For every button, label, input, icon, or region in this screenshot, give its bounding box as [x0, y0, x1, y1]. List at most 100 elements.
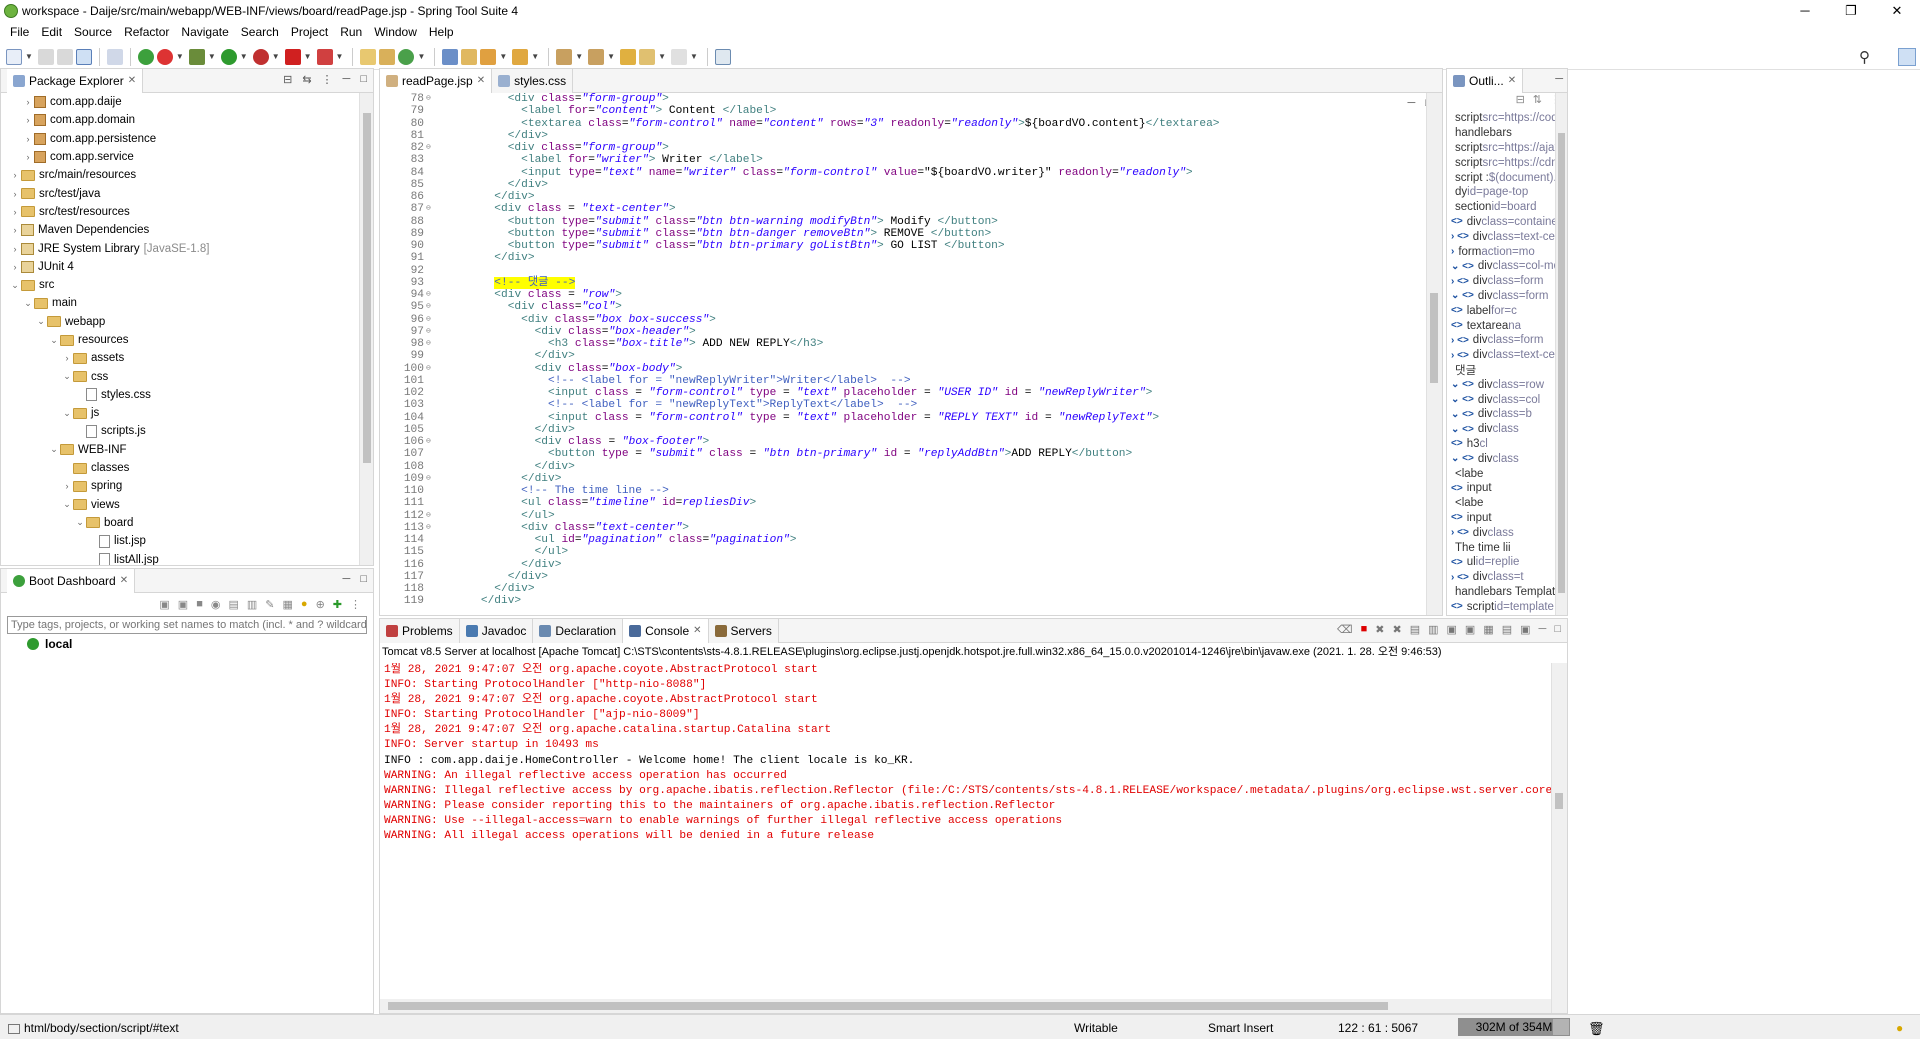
fold-marker[interactable] [426, 216, 436, 228]
twisty-icon[interactable]: › [9, 189, 21, 199]
twisty-icon[interactable]: › [61, 353, 73, 363]
stop-icon[interactable]: ■ [196, 598, 203, 610]
lightbulb-icon[interactable]: ● [301, 598, 308, 610]
tree-item[interactable]: › com.app.daije [1, 93, 359, 111]
annotation-icon[interactable] [512, 48, 529, 65]
outline-item[interactable]: section id=board [1451, 200, 1555, 215]
tab-problems[interactable]: Problems [380, 619, 460, 643]
tree-item[interactable]: styles.css [1, 386, 359, 404]
fold-marker[interactable] [426, 571, 436, 583]
open-browser-icon[interactable]: ◉ [211, 598, 221, 611]
fold-marker[interactable]: ⊖ [426, 142, 436, 154]
debug-icon[interactable]: ▣ [178, 598, 188, 611]
console-icon[interactable]: ▤ [228, 598, 238, 611]
twisty-icon[interactable]: ⌄ [48, 444, 60, 455]
fold-marker[interactable]: ⊖ [426, 314, 436, 326]
outline-item[interactable]: script src=https://code [1451, 111, 1555, 126]
close-icon[interactable]: ✕ [477, 75, 485, 86]
outline-item[interactable]: <labe [1451, 496, 1555, 511]
close-icon[interactable]: ✕ [693, 625, 701, 636]
outline-item[interactable]: ⌄ <> div class=row [1451, 377, 1555, 392]
outline-item[interactable]: The time lii [1451, 540, 1555, 555]
tree-item[interactable]: › assets [1, 349, 359, 367]
tree-item[interactable]: listAll.jsp [1, 550, 359, 565]
boot-dashboard-tab[interactable]: Boot Dashboard ✕ [7, 569, 136, 593]
twisty-icon[interactable]: › [22, 97, 34, 107]
twisty-icon[interactable]: ⌄ [61, 499, 73, 510]
twisty-icon[interactable]: › [9, 207, 21, 217]
fold-marker[interactable]: ⊖ [426, 93, 436, 105]
fold-marker[interactable] [426, 595, 436, 607]
tree-item[interactable]: › JUnit 4 [1, 258, 359, 276]
outline-item[interactable]: script : $(document).re [1451, 170, 1555, 185]
view-menu-icon[interactable]: ⋮ [322, 73, 333, 86]
fold-marker[interactable] [426, 130, 436, 142]
tree-item[interactable]: ⌄ views [1, 496, 359, 514]
fold-marker[interactable] [426, 105, 436, 117]
outline-item[interactable]: dy id=page-top [1451, 185, 1555, 200]
console-output[interactable]: 1월 28, 2021 9:47:07 오전 org.apache.coyote… [380, 663, 1551, 999]
outline-item[interactable]: 댓글 [1451, 363, 1555, 378]
menu-edit[interactable]: Edit [35, 25, 68, 39]
maximize-view-icon[interactable]: □ [360, 73, 367, 86]
remove-all-icon[interactable]: ✖ [1392, 623, 1401, 636]
sort-icon[interactable]: ⇅ [1533, 93, 1542, 111]
outline-item[interactable]: <> script id=template t [1451, 599, 1555, 614]
display-console-icon[interactable]: ▤ [1502, 623, 1512, 636]
twisty-icon[interactable]: ⌄ [9, 280, 21, 291]
last-edit-icon[interactable] [620, 48, 637, 65]
tree-item[interactable]: ⌄ css [1, 367, 359, 385]
open-perspective-icon[interactable] [1878, 49, 1894, 65]
new-package-icon[interactable] [379, 48, 396, 65]
outline-item[interactable]: ⌄ <> div class [1451, 422, 1555, 437]
outline-item[interactable]: ⌄ <> div class=col-md [1451, 259, 1555, 274]
tree-item[interactable]: › com.app.service [1, 148, 359, 166]
fold-marker[interactable] [426, 265, 436, 277]
menu-help[interactable]: Help [423, 25, 460, 39]
twisty-icon[interactable]: › [22, 134, 34, 144]
fold-marker[interactable] [426, 167, 436, 179]
fold-marker[interactable] [426, 350, 436, 362]
edit-icon[interactable]: ✎ [265, 598, 274, 611]
minimize-view-icon[interactable]: ─ [1539, 623, 1547, 636]
fold-marker[interactable] [426, 559, 436, 571]
remove-launch-icon[interactable]: ✖ [1375, 623, 1384, 636]
editor-scrollbar[interactable] [1426, 93, 1442, 615]
fold-marker[interactable]: ⊖ [426, 436, 436, 448]
tree-item[interactable]: ⌄ src [1, 276, 359, 294]
outline-item[interactable]: <> input [1451, 511, 1555, 526]
twisty-icon[interactable]: ⌄ [35, 316, 47, 327]
boot-filter-input[interactable] [7, 616, 367, 634]
twisty-icon[interactable]: › [61, 481, 73, 491]
maximize-button[interactable]: ❐ [1828, 0, 1874, 22]
twisty-icon[interactable]: › [22, 152, 34, 162]
fold-marker[interactable] [426, 461, 436, 473]
console-vertical-scrollbar[interactable] [1551, 663, 1567, 1013]
heap-status[interactable]: 302M of 354M [1458, 1018, 1570, 1036]
tab-javadoc[interactable]: Javadoc [459, 619, 534, 643]
minimize-view-icon[interactable]: ─ [343, 73, 351, 86]
fold-marker[interactable] [426, 583, 436, 595]
debug-icon[interactable] [188, 48, 205, 65]
outline-item[interactable]: ⌄ <> div class=b [1451, 407, 1555, 422]
outline-item[interactable]: › <> div class=text-ce [1451, 229, 1555, 244]
tree-item[interactable]: › JRE System Library [JavaSE-1.8] [1, 239, 359, 257]
outline-item[interactable]: › <> div class=text-ce [1451, 348, 1555, 363]
fold-marker[interactable] [426, 497, 436, 509]
fold-marker[interactable] [426, 228, 436, 240]
tree-item[interactable]: ⌄ main [1, 294, 359, 312]
fold-marker[interactable]: ⊖ [426, 338, 436, 350]
collapse-all-icon[interactable]: ⊟ [283, 73, 292, 86]
next-annotation-icon[interactable] [556, 48, 573, 65]
outline-item[interactable]: ⌄ <> div class [1451, 451, 1555, 466]
fold-marker[interactable]: ⊖ [426, 203, 436, 215]
outline-item[interactable]: <> ul id=replie [1451, 555, 1555, 570]
show-stdout-icon[interactable]: ▣ [1447, 623, 1457, 636]
menu-navigate[interactable]: Navigate [175, 25, 234, 39]
outline-item[interactable]: ⌄ <> div class=col [1451, 392, 1555, 407]
close-icon[interactable]: ✕ [128, 75, 136, 86]
twisty-icon[interactable]: ⌄ [61, 408, 73, 419]
new-java-project-icon[interactable] [360, 48, 377, 65]
twisty-icon[interactable]: › [9, 262, 21, 272]
menu-search[interactable]: Search [235, 25, 285, 39]
